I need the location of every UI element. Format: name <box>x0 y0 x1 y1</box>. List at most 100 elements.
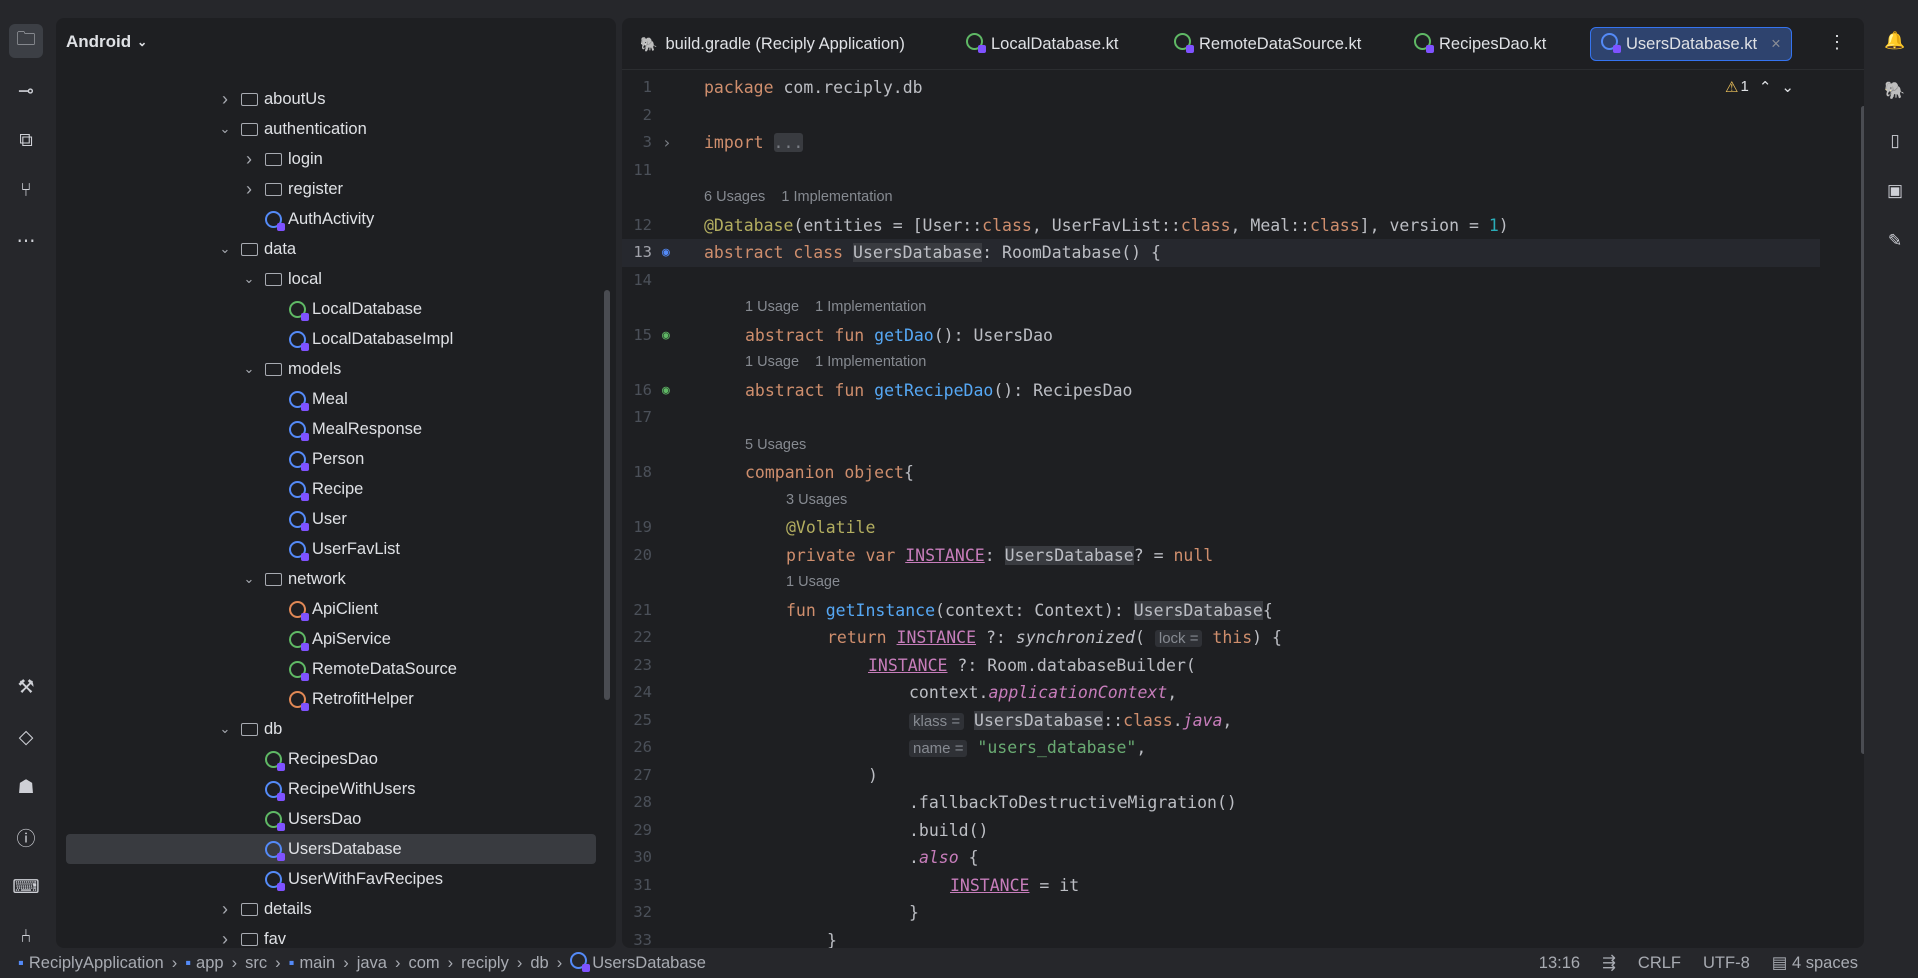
structure-icon[interactable]: ⧉ <box>9 124 43 158</box>
code-vision-hint[interactable]: 1 Usage <box>622 569 1820 597</box>
breadcrumb-item[interactable]: ▪ app <box>185 954 223 973</box>
code-vision-hint[interactable]: 5 Usages <box>622 432 1820 460</box>
problems-icon[interactable]: ⓘ <box>9 820 43 854</box>
usages-hint[interactable]: 1 Usage 1 Implementation <box>745 349 926 377</box>
notifications-icon[interactable]: 🔔 <box>1878 24 1912 58</box>
tab-build-gradle-reciply-application-[interactable]: 🐘 build.gradle (Reciply Application) <box>630 27 915 61</box>
usages-hint[interactable]: 6 Usages 1 Implementation <box>704 184 893 212</box>
tree-item-fav[interactable]: › fav <box>56 924 606 949</box>
tree-item-models[interactable]: ⌄ models <box>56 354 606 384</box>
breadcrumb-item[interactable]: com <box>408 954 439 973</box>
tree-item-remotedatasource[interactable]: RemoteDataSource <box>56 654 606 684</box>
implementing-icon[interactable]: ◉ <box>662 377 670 405</box>
code-vision-hint[interactable]: 6 Usages 1 Implementation <box>622 184 1820 212</box>
breadcrumb-item[interactable]: java <box>357 954 387 973</box>
project-view-selector[interactable]: Android ⌄ <box>66 32 147 52</box>
chevron-right-icon[interactable]: › <box>242 149 256 170</box>
more-icon[interactable]: ⋯ <box>9 224 43 258</box>
tab-localdatabase-kt[interactable]: LocalDatabase.kt <box>956 27 1129 61</box>
device-manager-icon[interactable]: ▣ <box>1878 174 1912 208</box>
code-vision-hint[interactable]: 3 Usages <box>622 487 1820 515</box>
tree-item-localdatabaseimpl[interactable]: LocalDatabaseImpl <box>56 324 606 354</box>
token: (entities = [User:: <box>793 215 983 235</box>
breadcrumb-item[interactable]: UsersDatabase <box>570 952 706 974</box>
chevron-right-icon[interactable]: › <box>242 179 256 200</box>
breadcrumb-item[interactable]: reciply <box>461 954 509 973</box>
tree-item-userwithfavrecipes[interactable]: UserWithFavRecipes <box>56 864 606 894</box>
caret-position[interactable]: 13:16 <box>1539 954 1580 973</box>
breadcrumb-item[interactable]: ▪ ReciplyApplication <box>18 954 164 973</box>
tabs-more-icon[interactable]: ⋮ <box>1828 32 1846 53</box>
usages-hint[interactable]: 5 Usages <box>745 432 806 460</box>
usages-hint[interactable]: 3 Usages <box>786 487 847 515</box>
chevron-right-icon[interactable]: › <box>218 899 232 920</box>
breadcrumb-item[interactable]: db <box>530 954 548 973</box>
implemented-icon[interactable]: ◉ <box>662 239 670 267</box>
project-scrollbar[interactable] <box>604 290 610 700</box>
fold-expand-icon[interactable]: › <box>662 129 672 157</box>
usages-hint[interactable]: 1 Usage <box>786 569 840 597</box>
chevron-down-icon[interactable]: ⌄ <box>242 271 256 287</box>
tree-item-apiservice[interactable]: ApiService <box>56 624 606 654</box>
chevron-down-icon[interactable]: ⌄ <box>218 121 232 137</box>
line-number: 26 <box>633 738 652 756</box>
tree-item-data[interactable]: ⌄ data <box>56 234 606 264</box>
tree-item-network[interactable]: ⌄ network <box>56 564 606 594</box>
logcat-icon[interactable]: ☗ <box>9 770 43 804</box>
tree-item-db[interactable]: ⌄ db <box>56 714 606 744</box>
code-vision-hint[interactable]: 1 Usage 1 Implementation <box>622 294 1820 322</box>
tree-item-usersdao[interactable]: UsersDao <box>56 804 606 834</box>
tab-remotedatasource-kt[interactable]: RemoteDataSource.kt <box>1164 27 1371 61</box>
chevron-down-icon[interactable]: ⌄ <box>218 721 232 737</box>
tree-item-label: MealResponse <box>312 419 423 438</box>
tree-item-retrofithelper[interactable]: RetrofitHelper <box>56 684 606 714</box>
chevron-right-icon[interactable]: › <box>218 929 232 949</box>
chevron-down-icon[interactable]: ⌄ <box>242 361 256 377</box>
commit-icon[interactable]: ⊸ <box>9 74 43 108</box>
line-ending[interactable]: CRLF <box>1638 954 1681 973</box>
tree-item-aboutus[interactable]: › aboutUs <box>56 84 606 114</box>
tree-item-login[interactable]: › login <box>56 144 606 174</box>
chevron-right-icon[interactable]: › <box>218 89 232 110</box>
breadcrumb-item[interactable]: src <box>245 954 267 973</box>
tree-item-meal[interactable]: Meal <box>56 384 606 414</box>
gradle-icon[interactable]: 🐘 <box>1878 74 1912 108</box>
device-icon[interactable]: ▯ <box>1878 124 1912 158</box>
file-encoding[interactable]: UTF-8 <box>1703 954 1750 973</box>
tree-item-usersdatabase[interactable]: UsersDatabase <box>66 834 596 864</box>
tree-item-authactivity[interactable]: AuthActivity <box>56 204 606 234</box>
code-vision-hint[interactable]: 1 Usage 1 Implementation <box>622 349 1820 377</box>
tree-item-details[interactable]: › details <box>56 894 606 924</box>
close-icon[interactable]: × <box>1771 35 1781 54</box>
chevron-down-icon[interactable]: ⌄ <box>218 241 232 257</box>
tree-item-localdatabase[interactable]: LocalDatabase <box>56 294 606 324</box>
pull-requests-icon[interactable]: ⑂ <box>9 174 43 208</box>
token-kw: companion object <box>745 463 904 482</box>
tree-item-register[interactable]: › register <box>56 174 606 204</box>
tab-recipesdao-kt[interactable]: RecipesDao.kt <box>1404 27 1556 61</box>
tree-item-recipe[interactable]: Recipe <box>56 474 606 504</box>
editor-scrollbar[interactable] <box>1861 106 1864 754</box>
terminal-icon[interactable]: ⌨ <box>9 870 43 904</box>
tree-item-user[interactable]: User <box>56 504 606 534</box>
tree-item-mealresponse[interactable]: MealResponse <box>56 414 606 444</box>
usages-hint[interactable]: 1 Usage 1 Implementation <box>745 294 926 322</box>
tree-item-person[interactable]: Person <box>56 444 606 474</box>
implementing-icon[interactable]: ◉ <box>662 322 670 350</box>
tree-item-recipesdao[interactable]: RecipesDao <box>56 744 606 774</box>
token: :: <box>1103 710 1124 730</box>
tree-item-recipewithusers[interactable]: RecipeWithUsers <box>56 774 606 804</box>
gem-icon[interactable]: ◇ <box>9 720 43 754</box>
build-icon[interactable]: ⚒ <box>9 670 43 704</box>
breadcrumb-item[interactable]: ▪ main <box>289 954 336 973</box>
gemini-chat-icon[interactable]: ✎ <box>1878 224 1912 258</box>
chevron-down-icon[interactable]: ⌄ <box>242 571 256 587</box>
tab-usersdatabase-kt[interactable]: UsersDatabase.kt × <box>1590 27 1792 61</box>
tree-item-authentication[interactable]: ⌄ authentication <box>56 114 606 144</box>
indent-setting[interactable]: ▤ 4 spaces <box>1772 953 1858 973</box>
folder-icon[interactable]: 🗀 <box>9 24 43 58</box>
git-branch-icon[interactable]: ⇶ <box>1602 953 1616 973</box>
tree-item-local[interactable]: ⌄ local <box>56 264 606 294</box>
tree-item-apiclient[interactable]: ApiClient <box>56 594 606 624</box>
tree-item-userfavlist[interactable]: UserFavList <box>56 534 606 564</box>
